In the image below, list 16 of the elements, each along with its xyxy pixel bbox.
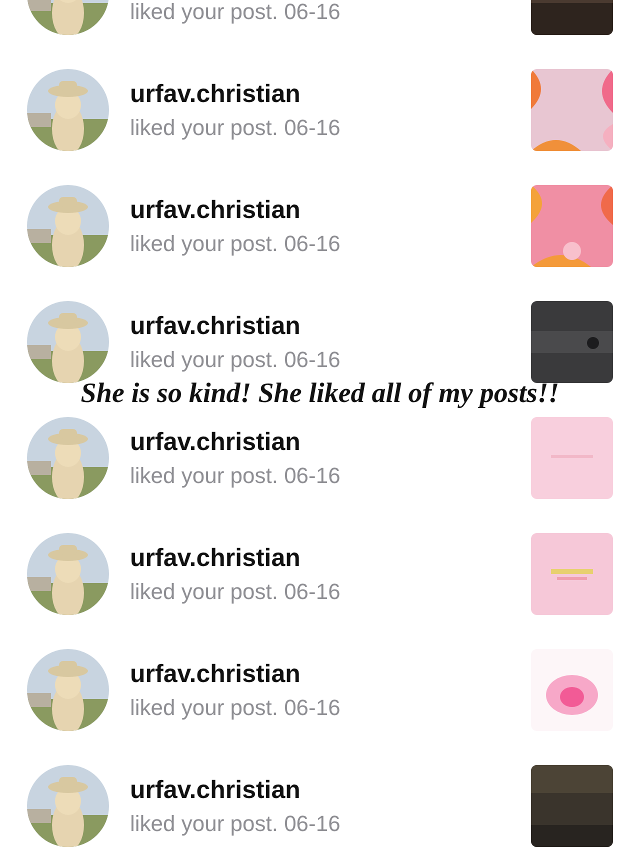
notification-text: liked your post. 06-16 — [130, 694, 342, 720]
notification-text: liked your post. 06-16 — [130, 462, 342, 488]
notification-text: liked your post. 06-16 — [130, 114, 342, 140]
caption: She is so kind! She liked all of my posts!! — [80, 378, 560, 410]
username[interactable]: urfav.christian — [130, 660, 510, 688]
notification-text: liked your post. 06-16 — [130, 346, 342, 372]
username[interactable]: urfav.christian — [130, 80, 510, 108]
username[interactable]: urfav.christian — [130, 776, 510, 804]
username[interactable]: urfav.christian — [130, 312, 510, 340]
notification-text: liked your post. 06-16 — [130, 230, 342, 256]
username[interactable]: urfav.christian — [130, 544, 510, 572]
notification-text: liked your post. 06-16 — [130, 578, 342, 604]
username[interactable]: urfav.christian — [130, 196, 510, 224]
username[interactable]: urfav.christian — [130, 428, 510, 456]
notification-text: liked your post. 06-16 — [130, 810, 342, 836]
notification-text: liked your post. 06-16 — [130, 0, 342, 24]
